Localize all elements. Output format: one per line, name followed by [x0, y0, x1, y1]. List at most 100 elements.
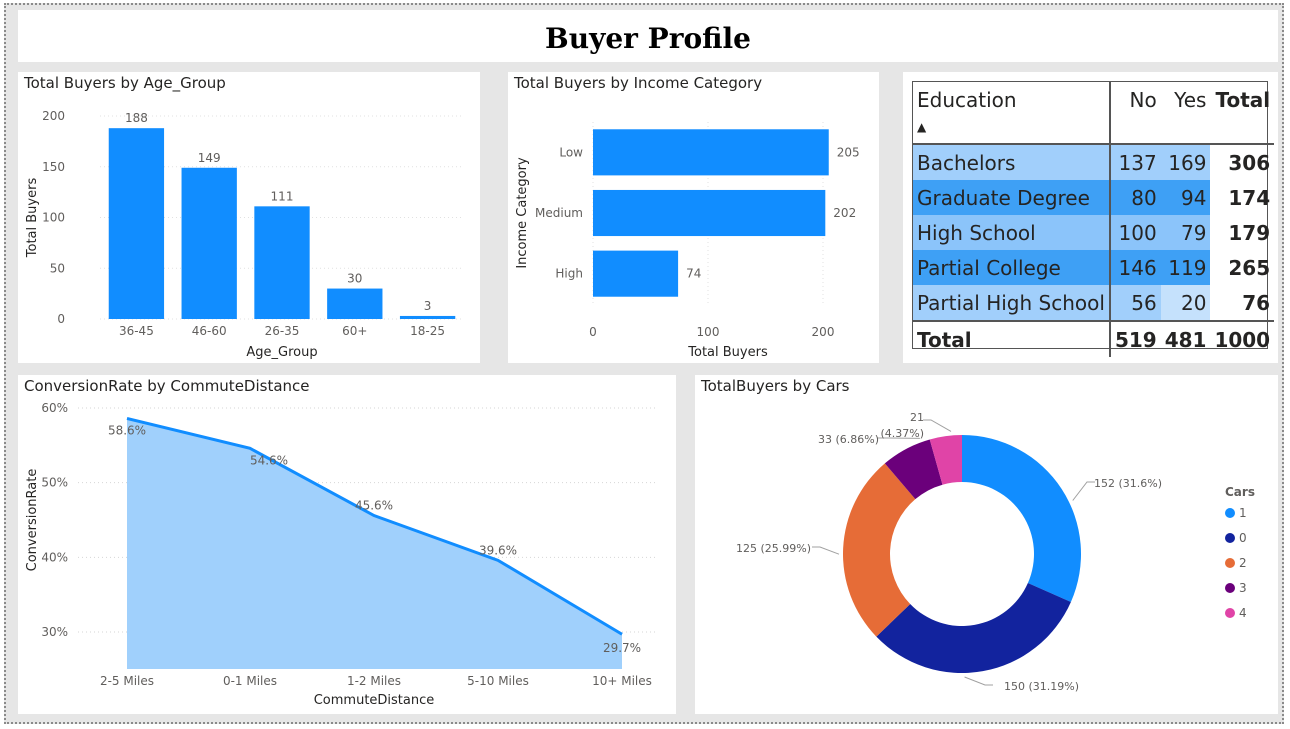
bar — [593, 250, 679, 297]
age-chart-panel[interactable]: Total Buyers by Age_Group 0 50 100 150 200 18… — [18, 72, 480, 363]
row-label: Partial College — [913, 250, 1111, 285]
x-tick-label: 18-25 — [410, 324, 445, 338]
x-tick-label: 200 — [812, 325, 835, 339]
education-matrix: Education ▲ No Yes Total Bachelors 137 1… — [912, 81, 1275, 357]
commute-chart: 30% 40% 50% 60% 58.6% 2-5 Miles 54.6% 0-1 Miles… — [25, 401, 658, 708]
data-label: 45.6% — [355, 499, 393, 513]
legend-marker — [1225, 558, 1235, 568]
data-label: 125 (25.99%) — [736, 542, 811, 555]
data-label: 74 — [686, 267, 701, 281]
data-label: 150 (31.19%) — [1004, 680, 1079, 693]
data-label: 152 (31.6%) — [1094, 477, 1162, 490]
legend-label: 0 — [1239, 531, 1247, 545]
table-row: Partial High School 56 20 76 — [913, 285, 1274, 321]
cell-total: 174 — [1228, 185, 1271, 210]
table-row: Graduate Degree 80 94 174 — [913, 180, 1274, 215]
x-tick-label: 10+ Miles — [592, 674, 652, 688]
x-tick-label: 2-5 Miles — [100, 674, 154, 688]
cars-chart: 152 (31.6%) 150 (31.19%) 125 (25.99%) 33 (6… — [736, 411, 1255, 693]
y-tick-label: 200 — [42, 109, 65, 123]
data-label: 29.7% — [603, 641, 641, 655]
data-label: 3 — [424, 299, 432, 313]
cell-no: 80 — [1109, 180, 1161, 215]
cell-yes: 79 — [1160, 215, 1211, 250]
data-label: 54.6% — [250, 453, 288, 467]
bar — [399, 315, 456, 319]
y-tick-label: 50% — [41, 476, 68, 490]
y-tick-label: 30% — [41, 625, 68, 639]
bar — [327, 288, 383, 319]
legend-marker — [1225, 508, 1235, 518]
y-tick-label: High — [555, 267, 583, 281]
cars-chart-panel[interactable]: TotalBuyers by Cars 152 (31.6%) 150 (31.1… — [695, 375, 1278, 714]
page-title: Buyer Profile — [545, 22, 751, 55]
cell-total: 179 — [1228, 220, 1271, 245]
x-tick-label: 5-10 Miles — [467, 674, 529, 688]
legend-label: 3 — [1239, 581, 1247, 595]
data-label: 188 — [125, 111, 148, 125]
table-footer-row: Total 519 481 1000 — [913, 320, 1275, 357]
x-tick-label: 36-45 — [119, 324, 154, 338]
x-tick-label: 60+ — [342, 324, 367, 338]
y-tick-label: 0 — [57, 312, 65, 326]
data-label: 111 — [271, 189, 294, 203]
footer-yes: 481 — [1160, 320, 1211, 357]
y-tick-label: 60% — [41, 401, 68, 415]
cell-total: 76 — [1242, 290, 1271, 315]
income-chart-panel[interactable]: Total Buyers by Income Category 0 100 200 2… — [508, 72, 879, 363]
leader-line — [1072, 481, 1095, 501]
header-total[interactable]: Total — [1210, 82, 1275, 145]
bar — [593, 189, 826, 237]
legend-marker — [1225, 608, 1235, 618]
header-yes[interactable]: Yes — [1160, 82, 1211, 145]
cell-total: 265 — [1228, 255, 1271, 280]
header-education[interactable]: Education ▲ — [913, 82, 1111, 145]
leader-line — [812, 546, 840, 555]
leader-line — [964, 676, 993, 686]
table-row: Partial College 146 119 265 — [913, 250, 1274, 285]
title-bar: Buyer Profile — [18, 10, 1278, 62]
income-chart: 0 100 200 205 Low 202 Medium 74 High Total Buyers… — [515, 122, 860, 360]
y-tick-label: 40% — [41, 550, 68, 564]
x-axis-title: Age_Group — [246, 345, 317, 360]
bar — [254, 206, 310, 319]
row-label: Graduate Degree — [913, 180, 1111, 215]
data-label: 39.6% — [479, 543, 517, 557]
cell-no: 146 — [1109, 250, 1161, 285]
data-label: 33 (6.86%) — [818, 433, 879, 446]
legend-label: 2 — [1239, 556, 1247, 570]
footer-total: 1000 — [1210, 320, 1275, 357]
commute-chart-panel[interactable]: ConversionRate by CommuteDistance 30% 40%… — [18, 375, 676, 714]
row-label: Partial High School — [913, 285, 1111, 321]
x-tick-label: 46-60 — [192, 324, 227, 338]
header-education-label: Education — [917, 88, 1017, 112]
cell-no: 56 — [1109, 285, 1161, 321]
sort-ascending-icon[interactable]: ▲ — [917, 120, 926, 134]
cell-yes: 94 — [1160, 180, 1211, 215]
legend-label: 1 — [1239, 506, 1247, 520]
data-label: 149 — [198, 151, 221, 165]
row-label: Bachelors — [913, 144, 1111, 180]
x-tick-label: 0 — [589, 325, 597, 339]
header-no[interactable]: No — [1109, 82, 1161, 145]
age-chart: 0 50 100 150 200 188 36-45 149 46-60 111 26-35 30 60… — [25, 109, 464, 360]
legend-marker — [1225, 533, 1235, 543]
donut-slice — [962, 435, 1081, 602]
footer-label: Total — [913, 320, 1111, 357]
legend-title: Cars — [1225, 485, 1255, 499]
y-tick-label: 150 — [42, 160, 65, 174]
footer-no: 519 — [1109, 320, 1161, 357]
legend-marker — [1225, 583, 1235, 593]
data-label: 30 — [347, 272, 362, 286]
y-axis-title: Income Category — [515, 157, 530, 269]
bar — [108, 128, 165, 319]
x-tick-label: 0-1 Miles — [223, 674, 277, 688]
leader-line — [923, 419, 952, 432]
cell-yes: 119 — [1160, 250, 1211, 285]
cell-total: 306 — [1228, 150, 1271, 175]
data-label: (4.37%) — [880, 427, 924, 440]
x-axis-title: CommuteDistance — [314, 693, 435, 708]
area-fill — [127, 418, 622, 669]
cell-no: 100 — [1109, 215, 1161, 250]
data-label: 58.6% — [108, 423, 146, 437]
